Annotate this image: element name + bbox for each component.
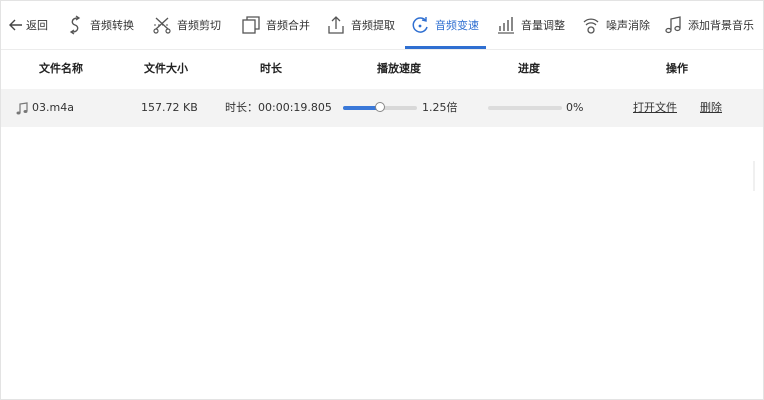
tool-label: 音频合并 — [266, 19, 310, 32]
tool-audio-convert[interactable]: 音频转换 — [65, 1, 134, 49]
tool-audio-merge[interactable]: 音频合并 — [241, 1, 310, 49]
header-file-name: 文件名称 — [39, 62, 83, 75]
header-progress: 进度 — [518, 62, 540, 75]
table-row: 03.m4a 157.72 KB 时长：00:00:19.805 1.25倍 0… — [1, 89, 763, 127]
table-header: 文件名称 文件大小 时长 播放速度 进度 操作 — [1, 50, 763, 88]
back-button[interactable]: 返回 — [9, 1, 48, 49]
app-window: 返回 音频转换 音频剪切 音频合并 音频提取 音频变速 音量调整 噪声消除 添加… — [0, 0, 764, 400]
volume-bars-icon — [496, 15, 516, 35]
speed-slider[interactable] — [343, 102, 417, 112]
header-play-speed: 播放速度 — [377, 62, 421, 75]
scrollbar[interactable] — [753, 161, 755, 191]
back-label: 返回 — [26, 19, 48, 32]
tool-audio-speed[interactable]: 音频变速 — [410, 1, 479, 49]
header-duration: 时长 — [260, 62, 282, 75]
toolbar: 返回 音频转换 音频剪切 音频合并 音频提取 音频变速 音量调整 噪声消除 添加… — [1, 1, 763, 50]
tool-label: 音频转换 — [90, 19, 134, 32]
tool-audio-extract[interactable]: 音频提取 — [326, 1, 395, 49]
row-file-name: 03.m4a — [32, 101, 74, 114]
row-file-size: 157.72 KB — [141, 101, 198, 114]
speed-icon — [410, 15, 430, 35]
speed-slider-thumb[interactable] — [375, 102, 385, 112]
row-duration: 时长：00:00:19.805 — [225, 101, 332, 114]
progress-bar — [488, 106, 562, 110]
tool-label: 音频变速 — [435, 19, 479, 32]
tool-label: 音频提取 — [351, 19, 395, 32]
scissors-icon — [152, 15, 172, 35]
tool-volume-adjust[interactable]: 音量调整 — [496, 1, 565, 49]
header-file-size: 文件大小 — [144, 62, 188, 75]
tool-label: 噪声消除 — [606, 19, 650, 32]
tool-noise-removal[interactable]: 噪声消除 — [581, 1, 650, 49]
open-file-link[interactable]: 打开文件 — [633, 89, 677, 127]
delete-link[interactable]: 删除 — [700, 89, 722, 127]
tool-label: 音频剪切 — [177, 19, 221, 32]
progress-value: 0% — [566, 101, 584, 114]
tool-add-bgm[interactable]: 添加背景音乐 — [663, 1, 754, 49]
music-note-icon — [663, 15, 683, 35]
speed-value: 1.25倍 — [422, 101, 458, 114]
header-actions: 操作 — [666, 62, 688, 75]
noise-icon — [581, 15, 601, 35]
arrow-left-icon — [9, 15, 23, 35]
tool-label: 添加背景音乐 — [688, 19, 754, 32]
tool-audio-cut[interactable]: 音频剪切 — [152, 1, 221, 49]
active-tab-indicator — [405, 46, 486, 49]
tool-label: 音量调整 — [521, 19, 565, 32]
upload-icon — [326, 15, 346, 35]
merge-icon — [241, 15, 261, 35]
convert-icon — [65, 15, 85, 35]
music-note-icon — [15, 101, 29, 115]
